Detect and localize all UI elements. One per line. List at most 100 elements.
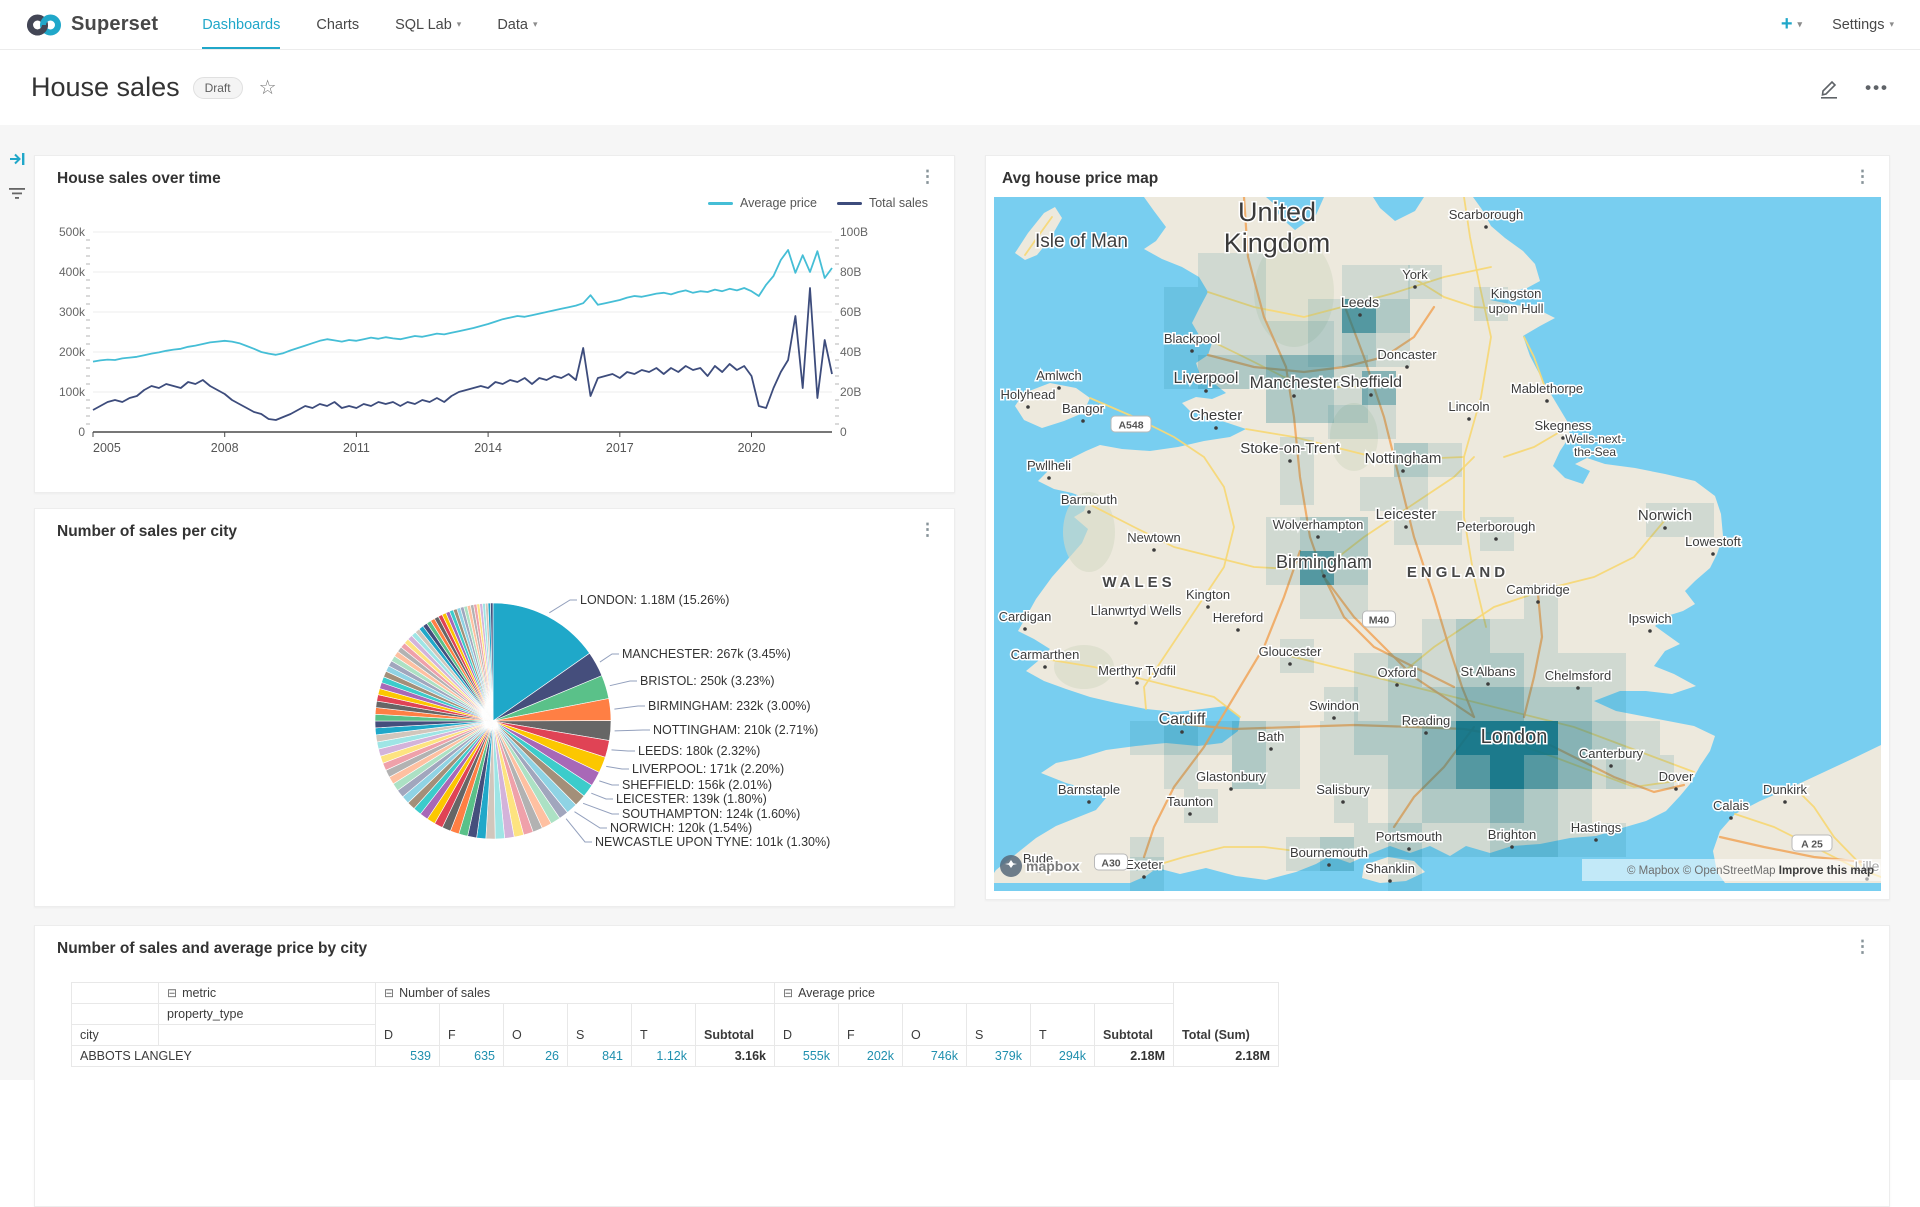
heat-cell[interactable] bbox=[1490, 755, 1524, 789]
uk-map: UnitedKingdomIsle of ManWALESENGLANDScar… bbox=[994, 197, 1881, 891]
more-actions-icon[interactable]: ••• bbox=[1865, 78, 1889, 98]
heat-cell[interactable] bbox=[1388, 755, 1422, 789]
group-header[interactable]: ⊟Number of sales bbox=[376, 983, 775, 1004]
map-city-label: Doncaster bbox=[1377, 347, 1437, 362]
heat-cell[interactable] bbox=[1422, 619, 1456, 653]
heat-cell[interactable] bbox=[1164, 287, 1198, 321]
map-city-label: Ipswich bbox=[1628, 611, 1671, 626]
metric-header[interactable]: ⊟metric bbox=[159, 983, 376, 1004]
nav-item-data[interactable]: Data▾ bbox=[497, 0, 537, 49]
heat-cell[interactable] bbox=[1328, 405, 1362, 439]
heat-cell[interactable] bbox=[1280, 471, 1314, 505]
kebab-menu-icon[interactable]: ⋮ bbox=[915, 523, 940, 536]
heat-cell[interactable] bbox=[1232, 287, 1266, 321]
add-new-button[interactable]: +▾ bbox=[1781, 13, 1802, 36]
improve-this-map-link[interactable]: Improve this map bbox=[1779, 865, 1874, 877]
heat-cell[interactable] bbox=[1232, 321, 1266, 355]
heat-cell[interactable] bbox=[1558, 687, 1592, 721]
heat-cell[interactable] bbox=[1456, 789, 1490, 823]
heat-cell[interactable] bbox=[1198, 253, 1232, 287]
heat-cell[interactable] bbox=[1354, 687, 1388, 721]
map-city-label: Gloucester bbox=[1259, 644, 1323, 659]
value-col-header: D bbox=[376, 1004, 440, 1046]
filter-icon[interactable] bbox=[9, 187, 25, 201]
heat-cell[interactable] bbox=[1388, 789, 1422, 823]
map-island-label: Isle of Man bbox=[1035, 231, 1128, 252]
city-cell: ABBOTS LANGLEY bbox=[72, 1046, 376, 1067]
heat-cell[interactable] bbox=[1456, 755, 1490, 789]
heat-cell[interactable] bbox=[1490, 687, 1524, 721]
svg-text:20B: 20B bbox=[840, 385, 861, 399]
collapse-icon[interactable]: ⊟ bbox=[783, 986, 793, 1000]
nav-item-sql-lab[interactable]: SQL Lab▾ bbox=[395, 0, 461, 49]
heat-cell[interactable] bbox=[1266, 321, 1300, 355]
mapbox-logo[interactable]: mapbox bbox=[1000, 855, 1080, 877]
heat-cell[interactable] bbox=[1164, 755, 1198, 789]
heat-cell[interactable] bbox=[1308, 333, 1342, 367]
map-city-label: Glastonbury bbox=[1196, 769, 1267, 784]
legend-item[interactable]: Average price bbox=[708, 196, 817, 210]
card-header: Avg house price map ⋮ bbox=[986, 156, 1889, 192]
heat-cell[interactable] bbox=[1266, 755, 1300, 789]
legend-label: Average price bbox=[740, 196, 817, 210]
nav-item-charts[interactable]: Charts bbox=[316, 0, 359, 49]
map-city-label: Barnstaple bbox=[1058, 782, 1120, 797]
map-city-label: Cardiff bbox=[1159, 711, 1206, 728]
total-col-header: Total (Sum) bbox=[1174, 983, 1279, 1046]
heat-cell[interactable] bbox=[1422, 789, 1456, 823]
pie-label: LEICESTER: 139k (1.80%) bbox=[616, 792, 767, 806]
caret-down-icon: ▾ bbox=[533, 19, 538, 30]
expand-filter-bar-icon[interactable] bbox=[9, 151, 26, 167]
collapse-icon[interactable]: ⊟ bbox=[167, 986, 177, 1000]
map-city-label: Brighton bbox=[1488, 827, 1536, 842]
map-city-label: St Albans bbox=[1461, 664, 1516, 679]
settings-menu[interactable]: Settings▾ bbox=[1832, 17, 1894, 33]
heat-cell[interactable] bbox=[1376, 299, 1410, 333]
pivot-table-wrap: ⊟metric⊟Number of sales⊟Average priceTot… bbox=[71, 982, 1889, 1067]
heat-cell[interactable] bbox=[1456, 823, 1490, 857]
kebab-menu-icon[interactable]: ⋮ bbox=[1850, 940, 1875, 953]
chart-title: Number of sales per city bbox=[57, 523, 237, 541]
heat-cell[interactable] bbox=[1456, 687, 1490, 721]
heat-cell[interactable] bbox=[1592, 687, 1626, 721]
heat-cell[interactable] bbox=[1524, 619, 1558, 653]
svg-text:2011: 2011 bbox=[343, 441, 370, 455]
heat-cell[interactable] bbox=[1524, 687, 1558, 721]
heat-cell[interactable] bbox=[1490, 619, 1524, 653]
heat-cell[interactable] bbox=[1422, 755, 1456, 789]
nav-item-dashboards[interactable]: Dashboards bbox=[202, 0, 280, 49]
collapse-icon[interactable]: ⊟ bbox=[384, 986, 394, 1000]
heat-cell[interactable] bbox=[1558, 789, 1592, 823]
heat-cell[interactable] bbox=[1524, 789, 1558, 823]
map-viewport[interactable]: UnitedKingdomIsle of ManWALESENGLANDScar… bbox=[994, 197, 1881, 891]
heat-cell[interactable] bbox=[1320, 721, 1354, 755]
heat-cell[interactable] bbox=[1362, 405, 1396, 439]
heat-cell[interactable] bbox=[1524, 755, 1558, 789]
kebab-menu-icon[interactable]: ⋮ bbox=[915, 170, 940, 183]
heat-cell[interactable] bbox=[1308, 299, 1342, 333]
heat-cell[interactable] bbox=[1232, 253, 1266, 287]
heat-cell[interactable] bbox=[1266, 389, 1300, 423]
legend-item[interactable]: Total sales bbox=[837, 196, 928, 210]
line-chart: 500k100B400k80B300k60B200k40B100k20B0020… bbox=[35, 222, 954, 488]
map-city-label: Dunkirk bbox=[1763, 782, 1808, 797]
map-city-label: Cardigan bbox=[999, 609, 1052, 624]
group-header[interactable]: ⊟Average price bbox=[775, 983, 1174, 1004]
favorite-star-icon[interactable]: ☆ bbox=[259, 75, 277, 100]
value-col-header: O bbox=[903, 1004, 967, 1046]
map-city-label: Blackpool bbox=[1164, 331, 1220, 346]
superset-brand[interactable]: Superset bbox=[26, 0, 158, 49]
settings-label: Settings bbox=[1832, 17, 1884, 33]
value-col-header: T bbox=[632, 1004, 696, 1046]
heat-cell[interactable] bbox=[1198, 287, 1232, 321]
edit-pencil-icon[interactable] bbox=[1819, 77, 1839, 99]
heat-cell[interactable] bbox=[1342, 333, 1376, 367]
heat-cell[interactable] bbox=[1490, 789, 1524, 823]
heat-cell[interactable] bbox=[1300, 585, 1334, 619]
kebab-menu-icon[interactable]: ⋮ bbox=[1850, 170, 1875, 183]
heat-cell[interactable] bbox=[1354, 721, 1388, 755]
heat-cell[interactable] bbox=[1422, 653, 1456, 687]
table-row[interactable]: ABBOTS LANGLEY539635268411.12k3.16k555k2… bbox=[72, 1046, 1279, 1067]
heat-cell[interactable] bbox=[1456, 619, 1490, 653]
svg-text:300k: 300k bbox=[59, 305, 86, 319]
